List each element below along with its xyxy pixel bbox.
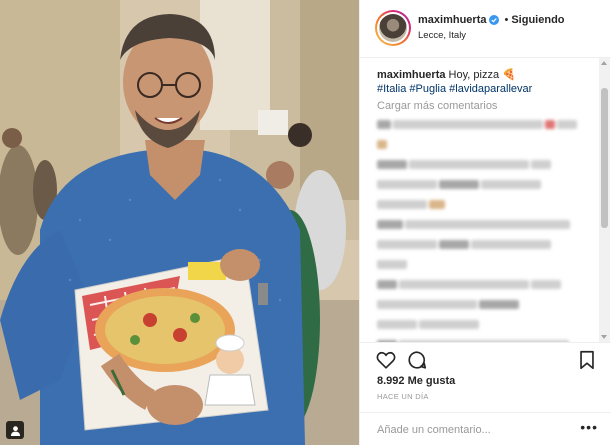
photo-illustration xyxy=(0,0,359,445)
caption-text: Hoy, pizza 🍕 xyxy=(448,69,516,81)
post-timestamp[interactable]: HACE UN DÍA xyxy=(377,392,429,401)
blurred-comment xyxy=(377,136,600,153)
user-tag-icon xyxy=(10,425,20,436)
blurred-comment xyxy=(377,156,600,173)
blurred-comment xyxy=(377,176,600,193)
comments-scrollbar[interactable] xyxy=(599,58,610,342)
post-photo[interactable] xyxy=(0,0,359,445)
blurred-comment xyxy=(377,196,600,213)
heart-icon[interactable] xyxy=(375,349,397,371)
hashtags[interactable]: #Italia #Puglia #lavidaparallevar xyxy=(377,82,600,96)
comment-input[interactable] xyxy=(377,422,557,438)
following-button[interactable]: Siguiendo xyxy=(511,14,564,26)
scroll-thumb[interactable] xyxy=(601,88,608,228)
comments-list[interactable]: maximhuerta Hoy, pizza 🍕 #Italia #Puglia… xyxy=(360,58,600,342)
blurred-comment xyxy=(377,216,600,233)
post-sidebar: maximhuerta • Siguiendo Lecce, Italy max… xyxy=(359,0,611,445)
blurred-comments xyxy=(377,116,600,342)
blurred-comment xyxy=(377,296,600,313)
blurred-comment xyxy=(377,256,600,273)
more-options-button[interactable]: ••• xyxy=(580,420,598,434)
likes-count[interactable]: 8.992 Me gusta xyxy=(377,375,455,387)
avatar-image xyxy=(379,14,407,42)
separator-dot: • xyxy=(504,14,509,26)
username-link[interactable]: maximhuerta xyxy=(418,14,486,26)
header-user-line: maximhuerta • Siguiendo xyxy=(418,14,565,26)
location-link[interactable]: Lecce, Italy xyxy=(418,30,466,41)
post-header: maximhuerta • Siguiendo Lecce, Italy xyxy=(360,0,611,58)
caption-username[interactable]: maximhuerta xyxy=(377,69,445,81)
avatar-ring xyxy=(377,12,409,44)
blurred-comment xyxy=(377,116,600,133)
avatar[interactable] xyxy=(375,10,411,46)
post-actions: 8.992 Me gusta HACE UN DÍA xyxy=(360,342,611,402)
caption: maximhuerta Hoy, pizza 🍕 xyxy=(377,68,600,82)
bookmark-icon[interactable] xyxy=(576,349,598,371)
load-more-comments-button[interactable]: Cargar más comentarios xyxy=(377,99,600,113)
scroll-down-arrow[interactable] xyxy=(601,335,607,339)
blurred-comment xyxy=(377,276,600,293)
add-comment-bar: ••• xyxy=(360,412,611,445)
comment-bubble-icon[interactable] xyxy=(406,349,428,371)
blurred-comment xyxy=(377,236,600,253)
blurred-comment xyxy=(377,316,600,333)
user-tag-button[interactable] xyxy=(6,421,24,439)
scroll-up-arrow[interactable] xyxy=(601,61,607,65)
verified-badge-icon xyxy=(489,15,500,25)
